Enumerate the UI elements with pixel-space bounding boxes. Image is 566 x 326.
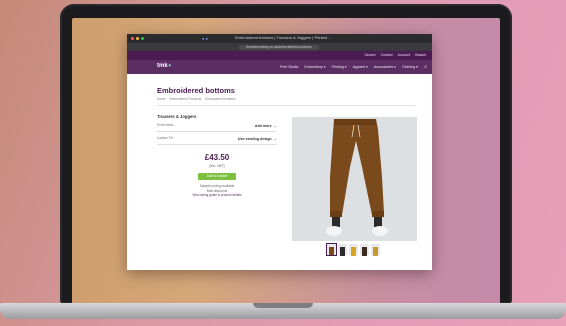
site-logo[interactable]: tmk✦ — [157, 63, 172, 69]
nav-item-embroidery[interactable]: Embroidery ▾ — [304, 65, 325, 69]
laptop-base-notch — [253, 303, 313, 308]
browser-window: ● ● Embroidered bottoms | Trousers & Jog… — [127, 34, 432, 270]
product-image[interactable] — [292, 117, 417, 241]
top-link-account[interactable]: Account — [398, 53, 411, 57]
browser-tabbar: ● ● Embroidered bottoms | Trousers & Jog… — [127, 34, 432, 43]
thumbnail-5[interactable] — [371, 244, 380, 256]
page-title: Embroidered bottoms — [157, 86, 235, 95]
thumbnail-4[interactable] — [360, 244, 369, 256]
site-main-nav: tmk✦ Print Studio Embroidery ▾ Printing … — [127, 60, 432, 74]
option-value: Add more — [254, 123, 272, 128]
url-field[interactable]: threadmonkey.co.uk/embroidered-bottoms — [239, 44, 319, 50]
zoom-window-icon[interactable] — [141, 37, 144, 40]
vat-note: (Inc. VAT) — [209, 164, 225, 168]
price-block: £43.50 (Inc. VAT) Add to basket Sample p… — [157, 153, 277, 198]
nav-item-printing[interactable]: Printing ▾ — [332, 65, 347, 69]
option-label: Ladies Fit — [157, 136, 173, 140]
page-header: Embroidered bottoms Home Embroidered Pro… — [157, 86, 236, 101]
close-window-icon[interactable] — [131, 37, 134, 40]
breadcrumb: Home Embroidered Products Embroidered bo… — [157, 97, 236, 101]
nav-item-accessories[interactable]: Accessories ▾ — [374, 65, 396, 69]
tab-title[interactable]: Embroidered bottoms | Trousers & Joggers… — [235, 35, 332, 40]
option-value: Use existing design — [237, 136, 272, 141]
window-controls[interactable] — [131, 37, 144, 40]
purchase-notes: Sample pricing available Bulk discounts … — [157, 184, 277, 198]
logo-mark-icon: ✦ — [167, 63, 172, 69]
top-link-basket[interactable]: Basket — [415, 53, 426, 57]
product-options-panel: Trousers & Joggers Embroider... Add more… — [157, 114, 277, 198]
add-to-basket-button[interactable]: Add to basket — [198, 173, 236, 180]
site-utility-bar: Search Contact Account Basket — [127, 51, 432, 60]
nav-item-apparel[interactable]: Apparel ▾ — [353, 65, 368, 69]
thumbnail-2[interactable] — [338, 244, 347, 256]
option-label: Embroider... — [157, 123, 177, 127]
chevron-down-icon[interactable]: ⌄ — [274, 136, 277, 141]
breadcrumb-category[interactable]: Embroidered Products — [170, 97, 202, 101]
top-link-contact[interactable]: Contact — [381, 53, 393, 57]
tab-favicon-icon: ● ● — [202, 36, 208, 41]
search-icon[interactable]: ⌕ — [424, 64, 427, 70]
option-row-embroidery[interactable]: Embroider... Add more ⌄ — [157, 119, 277, 132]
breadcrumb-home[interactable]: Home — [157, 97, 166, 101]
nav-item-clothing[interactable]: Clothing ▾ — [402, 65, 418, 69]
logo-text: tmk — [157, 63, 168, 69]
product-thumbnails — [326, 243, 380, 256]
chevron-down-icon[interactable]: ⌄ — [274, 123, 277, 128]
product-price: £43.50 — [204, 153, 230, 162]
header-divider — [157, 105, 415, 106]
option-row-fit[interactable]: Ladies Fit Use existing design ⌄ — [157, 132, 277, 145]
thumbnail-3[interactable] — [349, 244, 358, 256]
nav-item-print-studio[interactable]: Print Studio — [280, 65, 299, 69]
top-link-search[interactable]: Search — [364, 53, 375, 57]
thumbnail-1[interactable] — [326, 243, 337, 256]
address-bar: threadmonkey.co.uk/embroidered-bottoms — [127, 43, 432, 51]
sizing-guide-link[interactable]: View sizing guide & product details — [157, 193, 277, 198]
minimize-window-icon[interactable] — [136, 37, 139, 40]
breadcrumb-current: Embroidered bottoms — [205, 97, 236, 101]
trousers-photo — [292, 117, 417, 241]
